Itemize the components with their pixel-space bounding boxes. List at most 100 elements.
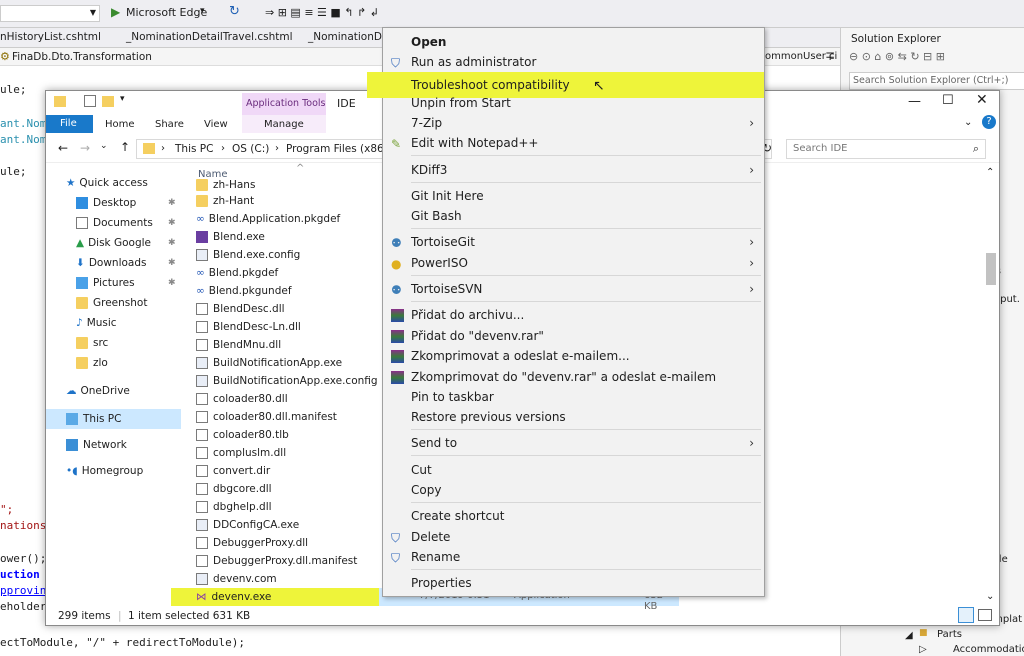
scroll-up-icon[interactable]: ⌃ — [986, 167, 994, 178]
nav-pictures[interactable]: Pictures ✱ — [46, 273, 181, 293]
nav-documents[interactable]: Documents ✱ — [46, 213, 181, 233]
large-icons-view-icon[interactable] — [978, 609, 992, 621]
tab-nomination-detail[interactable]: _NominationDet — [308, 31, 393, 43]
menu-item-copy[interactable]: Copy — [383, 480, 764, 500]
chevron-right-icon[interactable]: › — [275, 143, 279, 154]
scroll-down-icon[interactable]: ⌄ — [986, 591, 994, 602]
file-row[interactable]: BlendDesc-Ln.dll — [196, 318, 301, 336]
file-row[interactable]: zh-Hans — [196, 179, 255, 191]
file-row[interactable]: zh-Hant — [196, 192, 254, 210]
chevron-down-icon[interactable]: ⌄ — [100, 141, 108, 151]
file-row[interactable]: DebuggerProxy.dll — [196, 534, 308, 552]
browser-select[interactable]: Microsoft Edge — [126, 6, 207, 19]
forward-icon[interactable]: → — [80, 141, 90, 155]
new-folder-icon[interactable] — [102, 96, 114, 107]
menu-item-restore-previous-versions[interactable]: Restore previous versions — [383, 407, 764, 427]
menu-item-pin-to-taskbar[interactable]: Pin to taskbar — [383, 387, 764, 407]
file-row[interactable]: convert.dir — [196, 462, 270, 480]
menu-item-create-shortcut[interactable]: Create shortcut — [383, 506, 764, 526]
file-row[interactable]: compluslm.dll — [196, 444, 286, 462]
se-toolbar-icons[interactable]: ⊖ ⊙ ⌂ ⊚ ⇆ ↻ ⊟ ⊞ — [849, 50, 1024, 68]
close-button[interactable]: ✕ — [976, 92, 988, 108]
file-row[interactable]: BlendMnu.dll — [196, 336, 281, 354]
file-row[interactable]: coloader80.dll — [196, 390, 288, 408]
menu-item-open[interactable]: Open — [383, 32, 764, 52]
file-row[interactable]: dbghelp.dll — [196, 498, 272, 516]
file-row[interactable]: DebuggerProxy.dll.manifest — [196, 552, 357, 570]
tab-view[interactable]: View — [204, 119, 228, 130]
menu-item-kdiff3[interactable]: KDiff3 › — [383, 160, 764, 180]
tree-arrow-icon[interactable]: ▷ — [919, 644, 927, 655]
tab-history-list[interactable]: nHistoryList.cshtml — [0, 31, 101, 43]
menu-item-tortoisesvn[interactable]: ⚉ TortoiseSVN › — [383, 279, 764, 299]
menu-item-cut[interactable]: Cut — [383, 460, 764, 480]
file-row[interactable]: Blend.exe — [196, 228, 265, 246]
menu-item-git-bash[interactable]: Git Bash — [383, 206, 764, 226]
properties-icon[interactable] — [84, 95, 96, 107]
scrollbar-thumb[interactable] — [986, 253, 996, 285]
nav-zlo[interactable]: zlo — [46, 353, 181, 373]
nav-onedrive[interactable]: ☁ OneDrive — [46, 381, 181, 401]
menu-item-zkomprimovat-a-odeslat[interactable]: Zkomprimovat a odeslat e-mailem... — [383, 346, 764, 366]
nav-homegroup[interactable]: •◖ Homegroup — [46, 461, 181, 481]
nav-network[interactable]: Network — [46, 435, 181, 455]
menu-item-run-as-administrator[interactable]: ⛉ Run as administrator — [383, 52, 764, 72]
tab-share[interactable]: Share — [155, 119, 184, 130]
breadcrumb-this-pc[interactable]: This PC — [175, 143, 213, 155]
refresh-icon[interactable]: ↻ — [229, 4, 240, 19]
menu-item-rename[interactable]: ⛉ Rename — [383, 547, 764, 567]
menu-item-7zip[interactable]: 7-Zip › — [383, 113, 764, 133]
file-row-selected[interactable]: ⋈ devenv.exe — [171, 588, 379, 606]
tab-manage[interactable]: Manage — [242, 115, 326, 133]
nav-src[interactable]: src — [46, 333, 181, 353]
maximize-button[interactable]: ☐ — [942, 93, 954, 108]
details-view-icon[interactable] — [958, 607, 974, 623]
menu-item-zkomprimovat-do-devenv-rar[interactable]: Zkomprimovat do "devenv.rar" a odeslat e… — [383, 367, 764, 387]
nav-music[interactable]: ♪ Music — [46, 313, 181, 333]
tab-file[interactable]: File — [46, 115, 93, 133]
file-row[interactable]: ∞ Blend.pkgdef — [196, 264, 278, 282]
chevron-right-icon[interactable]: › — [221, 143, 225, 154]
file-row[interactable]: BuildNotificationApp.exe — [196, 354, 342, 372]
search-input[interactable]: Search IDE ⌕ — [786, 139, 986, 159]
tree-item[interactable]: Parts — [937, 629, 962, 640]
namespace-path[interactable]: FinaDb.Dto.Transformation — [12, 51, 152, 63]
nav-desktop[interactable]: Desktop ✱ — [46, 193, 181, 213]
file-row[interactable]: dbgcore.dll — [196, 480, 272, 498]
file-row[interactable]: coloader80.tlb — [196, 426, 289, 444]
menu-item-delete[interactable]: ⛉ Delete — [383, 527, 764, 547]
tree-arrow-icon[interactable]: ◢ — [905, 630, 913, 641]
menu-item-pridat-do-devenv-rar[interactable]: Přidat do "devenv.rar" — [383, 326, 764, 346]
file-row[interactable]: BlendDesc.dll — [196, 300, 285, 318]
nav-this-pc[interactable]: This PC — [46, 409, 181, 429]
menu-item-poweriso[interactable]: ● PowerISO › — [383, 253, 764, 273]
vs-config-dropdown[interactable]: ▼ — [0, 5, 100, 22]
nav-downloads[interactable]: ⬇ Downloads ✱ — [46, 253, 181, 273]
menu-item-tortoisegit[interactable]: ⚉ TortoiseGit › — [383, 232, 764, 252]
file-row[interactable]: DDConfigCA.exe — [196, 516, 299, 534]
menu-item-pridat-do-archivu[interactable]: Přidat do archivu... — [383, 305, 764, 325]
menu-item-unpin-from-start[interactable]: Unpin from Start — [383, 93, 764, 113]
se-search-input[interactable]: Search Solution Explorer (Ctrl+;) — [849, 72, 1024, 90]
chevron-right-icon[interactable]: › — [161, 143, 165, 154]
file-row[interactable]: coloader80.dll.manifest — [196, 408, 337, 426]
menu-item-properties[interactable]: Properties — [383, 573, 764, 593]
vertical-scrollbar[interactable]: ⌃ ⌄ — [984, 167, 998, 605]
nav-quick-access[interactable]: ★ Quick access — [46, 173, 181, 193]
split-icon[interactable]: ∓ — [825, 49, 835, 63]
tree-item[interactable]: Accommodation — [953, 644, 1024, 655]
breadcrumb-program-files[interactable]: Program Files (x86) — [286, 143, 388, 155]
chevron-down-icon[interactable]: ▾ — [120, 94, 125, 104]
up-icon[interactable]: ↑ — [120, 140, 130, 154]
tab-nomination-detail-travel[interactable]: _NominationDetailTravel.cshtml — [126, 31, 293, 43]
tab-home[interactable]: Home — [105, 119, 135, 130]
file-row[interactable]: Blend.exe.config — [196, 246, 300, 264]
file-row[interactable]: devenv.com — [196, 570, 277, 588]
file-row[interactable]: ∞ Blend.pkgundef — [196, 282, 292, 300]
file-row[interactable]: ∞ Blend.Application.pkgdef — [196, 210, 340, 228]
chevron-down-icon[interactable]: ▾ — [200, 6, 205, 16]
minimize-button[interactable]: — — [908, 94, 921, 109]
chevron-down-icon[interactable]: ⌄ — [964, 117, 972, 128]
breadcrumb-os-c[interactable]: OS (C:) — [232, 143, 269, 155]
toolbar-icons[interactable]: ⇒ ⊞ ▤ ≡ ☰ ■ ↰ ↱ ↲ — [265, 6, 379, 19]
